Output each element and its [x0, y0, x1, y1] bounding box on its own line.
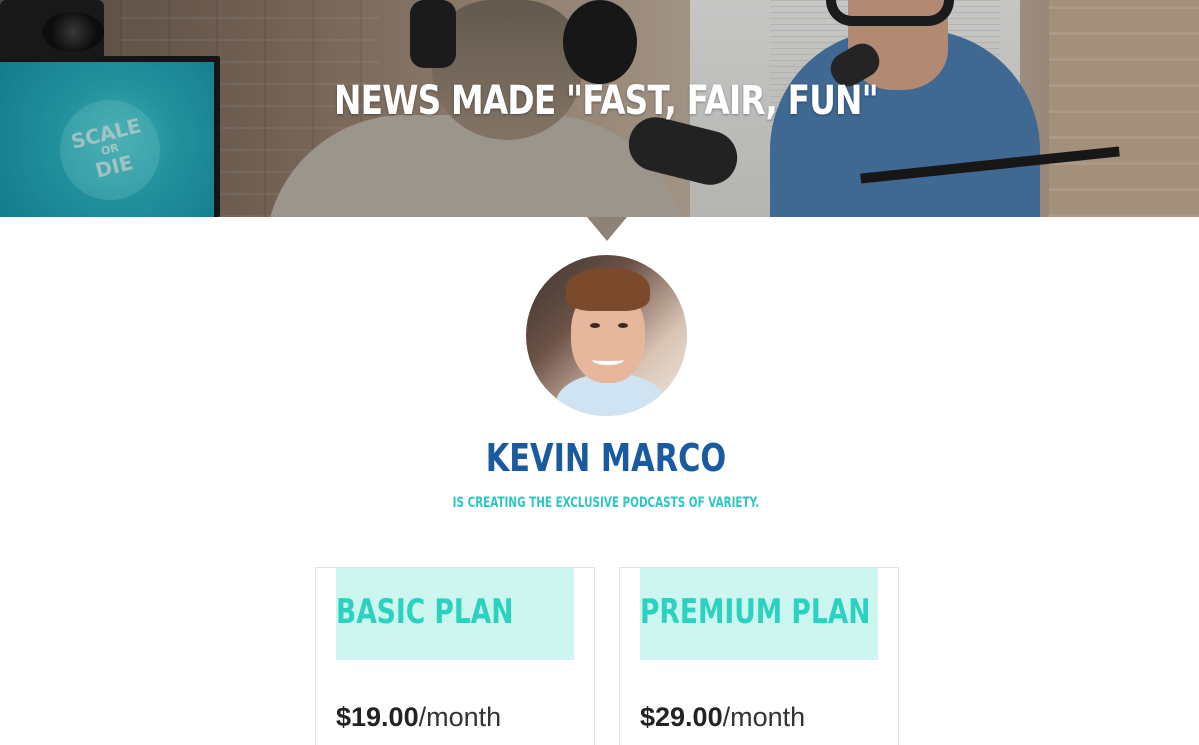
hero-banner: SCALE OR DIE NEWS MADE "FAST, FAIR, FUN": [0, 0, 1199, 217]
plan-header: PREMIUM PLAN: [640, 568, 878, 660]
plan-price-period: /month: [418, 702, 502, 732]
plan-price-amount: $19.00: [336, 702, 419, 732]
plan-price-period: /month: [722, 702, 806, 732]
creator-name: KEVIN MARCO: [485, 436, 727, 480]
plan-price: $19.00/month: [336, 702, 501, 733]
plan-name: BASIC PLAN: [336, 592, 514, 632]
plan-price: $29.00/month: [640, 702, 805, 733]
plan-name: PREMIUM PLAN: [640, 592, 871, 632]
plan-card-basic[interactable]: BASIC PLAN $19.00/month: [315, 567, 595, 745]
avatar-hair: [566, 267, 650, 311]
hero-pointer-notch: [587, 217, 627, 241]
avatar: [526, 255, 687, 416]
creator-tagline: IS CREATING THE EXCLUSIVE PODCASTS OF VA…: [452, 495, 760, 511]
plan-price-amount: $29.00: [640, 702, 723, 732]
hero-title: NEWS MADE "FAST, FAIR, FUN": [334, 78, 879, 124]
plan-header: BASIC PLAN: [336, 568, 574, 660]
avatar-eye-right: [618, 323, 628, 328]
avatar-eye-left: [590, 323, 600, 328]
avatar-smile: [592, 355, 624, 365]
plan-card-premium[interactable]: PREMIUM PLAN $29.00/month: [619, 567, 899, 745]
